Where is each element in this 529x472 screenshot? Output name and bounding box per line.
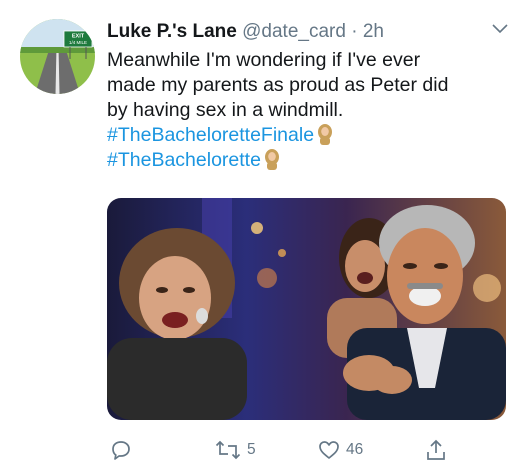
like-count: 46	[346, 441, 364, 458]
tweet-text-line: Meanwhile I'm wondering if I've ever	[107, 49, 421, 71]
photo-image	[107, 198, 506, 420]
chevron-down-icon[interactable]	[491, 22, 509, 36]
tweet-time[interactable]: 2h	[363, 21, 384, 42]
bachelorette-emoji-icon	[264, 148, 280, 170]
time-separator: ·	[351, 21, 358, 42]
retweet-icon	[215, 440, 241, 460]
reply-icon	[112, 441, 130, 460]
avatar-sign-text: EXIT	[72, 34, 85, 40]
tweet-photo[interactable]	[107, 198, 506, 420]
retweet-count: 5	[247, 441, 256, 458]
hashtag-link[interactable]: #TheBachelorette	[107, 149, 261, 171]
tweet-text: Meanwhile I'm wondering if I've ever mad…	[107, 48, 517, 173]
hashtag-link[interactable]: #TheBacheloretteFinale	[107, 124, 314, 146]
share-icon	[427, 439, 445, 460]
like-button[interactable]: 46	[318, 436, 363, 464]
share-button[interactable]	[425, 436, 447, 464]
tweet-text-line: by having sex in a windmill.	[107, 99, 344, 121]
retweet-button[interactable]: 5	[215, 436, 256, 464]
author-name[interactable]: Luke P.'s Lane	[107, 21, 237, 42]
heart-icon	[319, 441, 339, 459]
author-handle[interactable]: @date_card	[242, 21, 346, 42]
tweet-actions: 5 46	[107, 436, 507, 464]
tweet-text-line: made my parents as proud as Peter did	[107, 74, 449, 96]
reply-button[interactable]	[110, 436, 132, 464]
avatar-highway-image: EXIT 1/4 MILE	[20, 19, 95, 94]
avatar[interactable]: EXIT 1/4 MILE	[20, 19, 95, 94]
bachelorette-emoji-icon	[317, 123, 333, 145]
tweet-header: Luke P.'s Lane @date_card · 2h	[107, 19, 499, 45]
avatar-sign-subtext: 1/4 MILE	[69, 40, 87, 45]
